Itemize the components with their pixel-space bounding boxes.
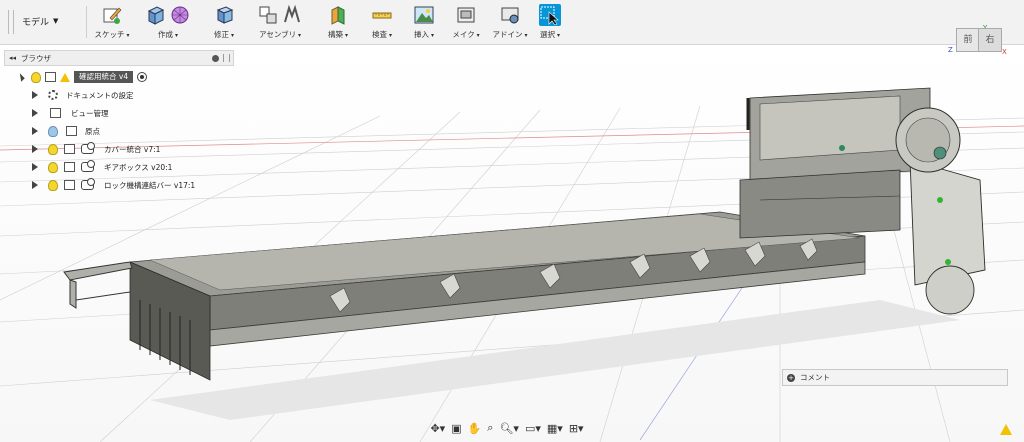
tree-item-named-views[interactable]: ビュー管理 xyxy=(32,106,109,120)
toolbar-group-construct-label: 構築 xyxy=(328,29,348,40)
make-icon[interactable] xyxy=(455,4,477,26)
toolbar-group-create[interactable]: 作成 xyxy=(136,2,200,42)
viewcube-axis-x: X xyxy=(1002,48,1007,56)
toolbar-group-select[interactable]: 選択 xyxy=(534,2,566,42)
chevron-down-icon: ▼ xyxy=(53,17,59,25)
tree-item-label: カバー統合 v7:1 xyxy=(104,144,161,154)
display-settings-icon[interactable]: ▭▾ xyxy=(525,422,541,435)
viewcube-axis-z: Z xyxy=(948,46,953,54)
toolbar-grip[interactable] xyxy=(8,10,14,34)
warning-icon[interactable] xyxy=(1000,424,1012,435)
expand-icon[interactable] xyxy=(32,127,38,135)
tree-item-label: ギアボックス v20:1 xyxy=(104,162,173,172)
visibility-bulb-icon[interactable] xyxy=(48,161,58,173)
activate-radio[interactable] xyxy=(137,72,148,82)
toolbar-group-make-label: メイク xyxy=(452,29,479,40)
tree-root[interactable]: 確認用統合 v4 xyxy=(16,70,148,84)
select-icon[interactable] xyxy=(539,4,561,26)
modify-icon[interactable] xyxy=(213,4,235,26)
folder-icon xyxy=(66,126,77,136)
toolbar-group-inspect-label: 検査 xyxy=(372,29,392,40)
comments-label: コメント xyxy=(800,373,830,382)
browser-grip-icon[interactable] xyxy=(223,54,230,62)
toolbar-group-modify-label: 修正 xyxy=(214,29,234,40)
zoom-icon[interactable]: ⌕ xyxy=(487,421,493,435)
folder-icon xyxy=(50,108,61,118)
toolbar-group-modify[interactable]: 修正 xyxy=(204,2,244,42)
gear-icon xyxy=(48,90,58,100)
tree-item-gearbox[interactable]: ギアボックス v20:1 xyxy=(32,160,172,174)
toolbar-group-construct[interactable]: 構築 xyxy=(318,2,358,42)
tree-item-label: ロック機構連結バー v17:1 xyxy=(104,180,196,190)
browser-header[interactable]: ◂◂ ブラウザ xyxy=(4,50,234,66)
toolbar-group-sketch-label: スケッチ xyxy=(95,29,130,40)
fit-icon[interactable]: 🔍︎▾ xyxy=(499,422,519,435)
measure-icon[interactable] xyxy=(371,4,393,26)
visibility-bulb-icon[interactable] xyxy=(48,179,58,191)
visibility-bulb-icon[interactable] xyxy=(48,125,58,137)
look-at-icon[interactable]: ▣ xyxy=(451,422,461,435)
linked-component-icon xyxy=(81,142,95,154)
joint-icon[interactable] xyxy=(281,4,303,26)
viewcube[interactable]: Y 前 右 Z X xyxy=(948,24,1010,76)
tree-item-origin[interactable]: 原点 xyxy=(32,124,100,138)
workspace-selector[interactable]: モデル ▼ xyxy=(22,8,80,34)
expand-open-icon[interactable] xyxy=(16,72,25,82)
tree-item-document-settings[interactable]: ドキュメントの設定 xyxy=(32,88,134,102)
navigation-bar: ✥▾ ▣ ✋ ⌕ 🔍︎▾ ▭▾ ▦▾ ⊞▾ xyxy=(412,419,602,437)
toolbar-group-select-label: 選択 xyxy=(540,29,560,40)
toolbar-group-insert[interactable]: 挿入 xyxy=(404,2,444,42)
tree-item-label: ビュー管理 xyxy=(71,108,109,118)
expand-icon[interactable] xyxy=(32,91,38,99)
toolbar-group-sketch[interactable]: スケッチ xyxy=(92,2,132,42)
expand-icon[interactable] xyxy=(32,109,38,117)
browser-pin-icon[interactable] xyxy=(212,54,219,62)
viewports-icon[interactable]: ⊞▾ xyxy=(569,422,584,435)
expand-icon[interactable] xyxy=(32,181,38,189)
tree-item-lock-bar[interactable]: ロック機構連結バー v17:1 xyxy=(32,178,195,192)
viewcube-front-face[interactable]: 前 xyxy=(956,28,980,52)
pan-icon[interactable]: ✋ xyxy=(468,422,482,435)
tree-item-cover[interactable]: カバー統合 v7:1 xyxy=(32,142,160,156)
component-icon xyxy=(45,72,56,82)
toolbar-group-addins-label: アドイン xyxy=(493,29,528,40)
construct-icon[interactable] xyxy=(327,4,349,26)
warning-icon xyxy=(60,72,70,82)
new-component-icon[interactable] xyxy=(257,4,279,26)
form-icon[interactable] xyxy=(169,4,191,26)
linked-component-icon xyxy=(81,178,95,190)
component-icon xyxy=(64,144,75,154)
expand-icon[interactable] xyxy=(32,163,38,171)
grid-settings-icon[interactable]: ▦▾ xyxy=(547,422,563,435)
toolbar-group-insert-label: 挿入 xyxy=(414,29,434,40)
toolbar-group-make[interactable]: メイク xyxy=(446,2,486,42)
component-icon xyxy=(64,180,75,190)
tree-item-label: 原点 xyxy=(85,126,100,136)
toolbar-divider xyxy=(86,6,87,38)
browser-title: ブラウザ xyxy=(21,53,52,63)
sketch-icon[interactable] xyxy=(101,4,123,26)
viewcube-right-face[interactable]: 右 xyxy=(978,28,1002,52)
toolbar: モデル ▼ スケッチ 作成 修正 アセンブリ 構築 xyxy=(0,0,1024,45)
comments-panel[interactable]: + コメント xyxy=(782,369,1008,386)
toolbar-group-addins[interactable]: アドイン xyxy=(488,2,532,42)
toolbar-group-create-label: 作成 xyxy=(158,29,178,40)
add-comment-icon[interactable]: + xyxy=(787,373,795,382)
expand-icon[interactable] xyxy=(32,145,38,153)
collapse-icon[interactable]: ◂◂ xyxy=(9,54,16,62)
visibility-bulb-icon[interactable] xyxy=(48,143,58,155)
workspace-label: モデル xyxy=(22,17,50,28)
visibility-bulb-icon[interactable] xyxy=(31,71,41,83)
tree-root-label: 確認用統合 v4 xyxy=(74,71,134,83)
insert-image-icon[interactable] xyxy=(413,4,435,26)
extrude-icon[interactable] xyxy=(145,4,167,26)
toolbar-group-assemble[interactable]: アセンブリ xyxy=(250,2,310,42)
orbit-icon[interactable]: ✥▾ xyxy=(430,422,445,435)
linked-component-icon xyxy=(81,160,95,172)
component-icon xyxy=(64,162,75,172)
addins-icon[interactable] xyxy=(499,4,521,26)
toolbar-group-inspect[interactable]: 検査 xyxy=(362,2,402,42)
toolbar-group-assemble-label: アセンブリ xyxy=(259,29,301,40)
tree-item-label: ドキュメントの設定 xyxy=(66,90,134,100)
